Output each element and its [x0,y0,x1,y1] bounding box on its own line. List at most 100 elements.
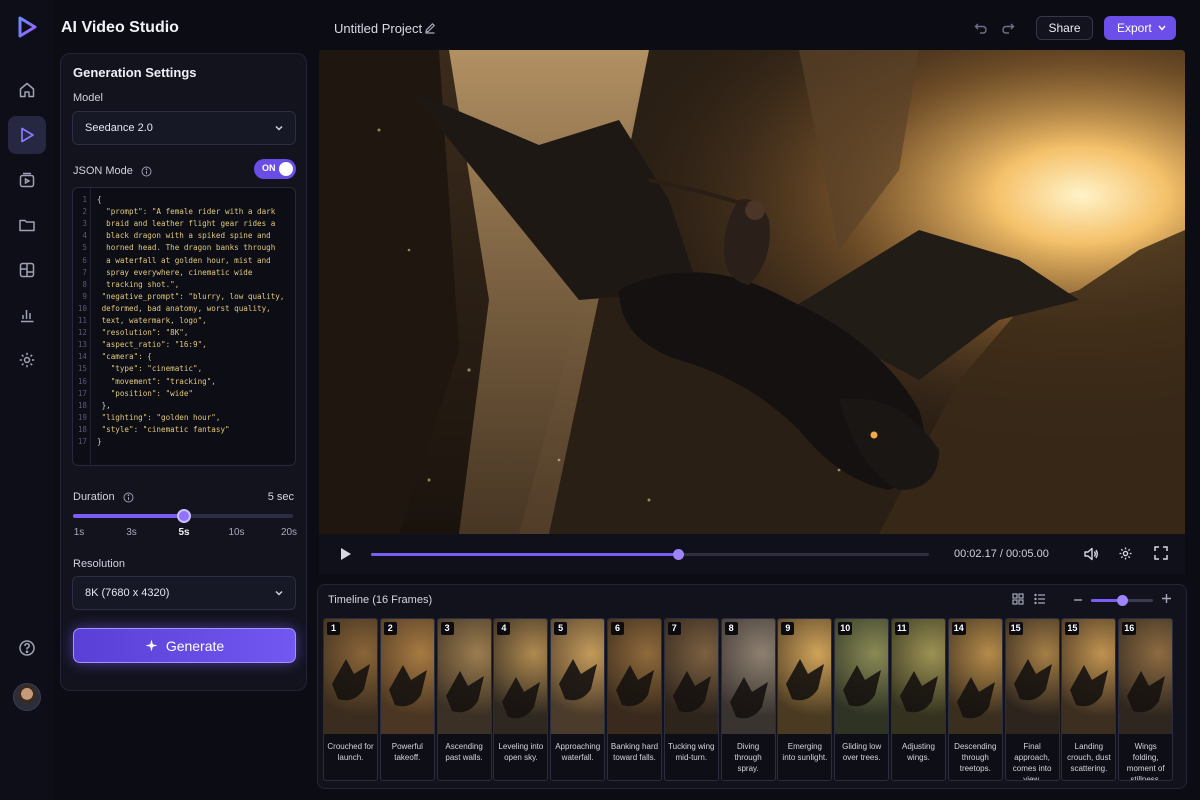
player-controls: 00:02.17 / 00:05.00 [319,534,1185,574]
home-icon [19,82,35,98]
frame-number-badge: 9 [781,622,795,635]
fullscreen-icon[interactable] [1154,546,1168,560]
line-number: 13 [77,340,87,350]
line-number: 12 [77,328,87,338]
code-text: } [97,437,102,446]
model-label: Model [73,92,103,104]
timeline-frame[interactable]: 16 Wings folding, moment of stillness. [1118,618,1174,781]
timeline-frame[interactable]: 8 Diving through spray. [720,618,776,781]
resolution-label: Resolution [73,558,125,570]
volume-icon[interactable] [1083,546,1099,562]
timeline-frame[interactable]: 5 Approaching waterfall. [550,618,606,781]
duration-tick-label[interactable]: 1s [74,527,85,538]
frame-number-badge: 15 [1008,622,1023,635]
zoom-out-icon[interactable] [1073,595,1083,605]
json-mode-toggle[interactable]: ON [254,159,296,179]
share-button[interactable]: Share [1036,16,1093,40]
duration-value: 5 sec [267,491,294,503]
line-number: 15 [77,364,87,374]
line-number: 1 [82,195,87,204]
frame-number-badge: 11 [895,622,909,635]
generate-button-label: Generate [165,637,225,654]
dragon-silhouette-image [445,671,484,713]
line-number: 8 [82,279,87,289]
grid-view-icon[interactable] [1012,593,1024,605]
duration-tick-label[interactable]: 3s [126,527,137,538]
rail-folder-button[interactable] [8,206,46,244]
timeline-frame[interactable]: 11 Adjusting wings. [891,618,946,781]
dragon-silhouette-image [502,677,541,719]
line-number: 4 [82,231,87,241]
pencil-icon[interactable] [424,22,436,34]
timeline-frame[interactable]: 1 Crouched for launch. [323,618,378,781]
dragon-silhouette-image [332,659,370,701]
timeline-frame[interactable]: 4 Leveling into open sky. [493,618,549,781]
duration-slider[interactable] [73,509,293,523]
resolution-select[interactable]: 8K (7680 x 4320) [72,576,296,610]
undo-icon[interactable] [974,21,988,35]
duration-slider-handle[interactable] [177,509,191,523]
project-name[interactable]: Untitled Project [334,21,422,36]
timeline-frame[interactable]: 2 Powerful takeoff. [379,618,435,781]
frame-caption: Ascending past walls. [445,742,483,762]
model-select[interactable]: Seedance 2.0 [72,111,296,145]
timeline-frame[interactable]: 15 Landing crouch, dust scattering. [1061,618,1117,781]
rail-templates-button[interactable] [8,251,46,289]
timeline-title: Timeline (16 Frames) [328,594,433,606]
rail-video-button[interactable] [8,116,46,154]
frame-number-badge: 7 [667,622,681,635]
timeline-frame[interactable]: 6 Banking hard toward falls. [607,618,662,781]
rail-settings-button[interactable] [8,341,46,379]
list-view-icon[interactable] [1034,593,1046,605]
info-icon[interactable] [123,492,134,503]
redo-icon[interactable] [1001,21,1015,35]
settings-gear-icon[interactable] [1118,546,1133,561]
frame-thumbnail [380,619,434,734]
duration-tick-label[interactable]: 5s [178,527,189,538]
frame-caption: Gliding low over trees. [842,742,882,762]
duration-tick-label[interactable]: 10s [228,527,244,538]
dragon-silhouette-image [388,665,427,707]
timeline-frame[interactable]: 15 Final approach, comes into view. [1004,618,1060,781]
zoom-in-icon[interactable] [1161,593,1172,604]
generate-button[interactable]: Generate [73,628,296,663]
playback-time: 00:02.17 / 00:05.00 [954,548,1049,560]
playback-progress-bar[interactable] [371,549,929,560]
frame-thumbnail [437,619,491,734]
export-button[interactable]: Export [1104,16,1176,40]
frame-thumbnail [721,619,775,734]
video-preview[interactable] [319,50,1185,534]
line-number: 6 [82,255,87,265]
line-number: 9 [82,291,87,301]
timeline-frame[interactable]: 10 Gliding low over trees. [834,618,890,781]
user-avatar[interactable] [13,683,41,711]
zoom-slider-handle[interactable] [1117,595,1128,606]
code-text: a waterfall at golden hour, mist and [97,255,271,265]
timeline-frame[interactable]: 9 Emerging into sunlight. [777,618,833,781]
line-number: 19 [77,412,87,422]
frame-number-badge: 1 [327,622,340,635]
panel-title: Generation Settings [73,65,197,80]
timeline-frame[interactable]: 3 Ascending past walls. [436,618,492,781]
line-number: 17 [77,388,87,398]
line-number: 5 [82,243,87,253]
playback-scrubber-handle[interactable] [672,549,684,560]
folder-icon [19,219,35,232]
chevron-down-icon [275,590,283,596]
timeline-frame[interactable]: 7 Tucking wing mid-turn. [663,618,719,781]
play-icon[interactable] [340,547,352,561]
rail-home-button[interactable] [8,71,46,109]
timeline-frame[interactable]: 14 Descending through treetops. [947,618,1003,781]
duration-tick-label[interactable]: 20s [281,527,297,538]
rail-help-button[interactable] [8,629,46,667]
rail-analytics-button[interactable] [8,296,46,334]
json-code-editor[interactable]: 1 {2 "prompt": "A female rider with a dar… [72,187,296,466]
timeline-zoom-slider[interactable] [1091,595,1153,606]
rail-media-button[interactable] [8,161,46,199]
line-number: 3 [82,219,87,229]
toggle-knob [279,162,293,176]
dragon-silhouette-image [956,677,995,719]
frame-number-badge: 2 [383,622,397,635]
play-icon [21,127,34,143]
info-icon[interactable] [141,166,152,177]
